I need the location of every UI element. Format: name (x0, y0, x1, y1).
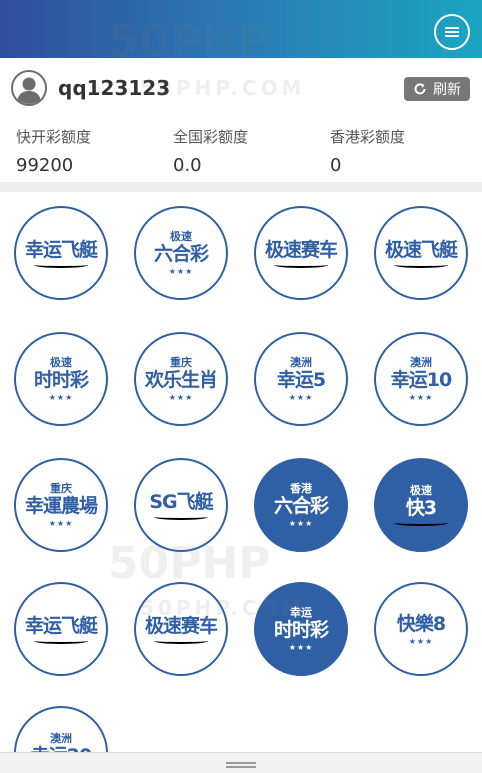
wave-decoration-icon (154, 638, 208, 644)
lottery-name: 快樂8 (396, 612, 446, 635)
lottery-name: 幸運農場 (24, 494, 98, 517)
lottery-name: 极速赛车 (264, 238, 338, 261)
lottery-item[interactable]: SG飞艇 (134, 458, 228, 552)
lottery-item[interactable]: 幸运 时时彩 ★★★ (254, 582, 348, 676)
lottery-name: 时时彩 (273, 618, 329, 641)
lottery-stars: ★★★ (288, 392, 314, 402)
lottery-item[interactable]: 极速飞艇 (374, 206, 468, 300)
lottery-name: SG飞艇 (149, 490, 213, 513)
lottery-sub-label: 澳洲 (290, 355, 312, 369)
quota-value: 0 (330, 155, 342, 176)
lottery-item[interactable]: 澳洲 幸运10 ★★★ (374, 332, 468, 426)
lottery-stars: ★★★ (408, 636, 434, 646)
lottery-item[interactable]: 极速赛车 (134, 582, 228, 676)
bottom-drawer-bar[interactable] (0, 752, 482, 773)
lottery-name: 幸运20 (31, 745, 92, 753)
lottery-name: 六合彩 (153, 242, 209, 265)
user-info-bar: qq123123 刷新 (0, 58, 482, 120)
lottery-name: 极速飞艇 (384, 238, 458, 261)
section-divider (0, 182, 482, 192)
wave-decoration-icon (34, 638, 88, 644)
lottery-name: 幸运飞艇 (24, 238, 98, 261)
lottery-sub-label: 极速 (50, 355, 72, 369)
lottery-item[interactable]: 香港 六合彩 ★★★ (254, 458, 348, 552)
refresh-label: 刷新 (433, 82, 461, 98)
lottery-item[interactable]: 澳洲 幸运5 ★★★ (254, 332, 348, 426)
lottery-item[interactable]: 幸运飞艇 (14, 206, 108, 300)
quota-national: 全国彩额度 0.0 (173, 126, 248, 176)
lottery-sub-label: 重庆 (50, 481, 72, 495)
wave-decoration-icon (394, 520, 448, 526)
lottery-stars: ★★★ (288, 642, 314, 652)
quota-panel: 快开彩额度 99200 全国彩额度 0.0 香港彩额度 0 (0, 120, 482, 182)
quota-label: 快开彩额度 (16, 128, 92, 146)
lottery-item[interactable]: 幸运飞艇 (14, 582, 108, 676)
lottery-sub-label: 澳洲 (50, 731, 72, 745)
lottery-name: 欢乐生肖 (144, 368, 218, 391)
drag-handle-icon[interactable] (226, 762, 256, 764)
lottery-stars: ★★★ (168, 266, 194, 276)
lottery-name: 六合彩 (273, 494, 329, 517)
hamburger-menu-icon (445, 27, 459, 37)
lottery-name: 幸运飞艇 (24, 614, 98, 637)
quota-label: 香港彩额度 (330, 128, 406, 146)
wave-decoration-icon (34, 262, 88, 268)
lottery-item[interactable]: 快樂8 ★★★ (374, 582, 468, 676)
lottery-item[interactable]: 极速 六合彩 ★★★ (134, 206, 228, 300)
lottery-item[interactable]: 重庆 欢乐生肖 ★★★ (134, 332, 228, 426)
refresh-icon (414, 83, 426, 95)
lottery-grid: 幸运飞艇 极速 六合彩 ★★★ 极速赛车 极速飞艇 极速 时时彩 ★★★ 重庆 欢乐生肖 ★★★ 澳洲幸… (0, 192, 482, 752)
lottery-stars: ★★★ (168, 392, 194, 402)
wave-decoration-icon (394, 262, 448, 268)
quota-label: 全国彩额度 (173, 128, 249, 146)
lottery-item[interactable]: 极速赛车 (254, 206, 348, 300)
lottery-item[interactable]: 澳洲幸运20 (14, 706, 108, 752)
top-header-bar (0, 0, 482, 58)
lottery-sub-label: 澳洲 (410, 355, 432, 369)
lottery-sub-label: 重庆 (170, 355, 192, 369)
lottery-sub-label: 极速 (410, 483, 432, 497)
username: qq123123 (58, 76, 171, 100)
lottery-name: 时时彩 (33, 368, 89, 391)
lottery-name: 极速赛车 (144, 614, 218, 637)
refresh-button[interactable]: 刷新 (404, 77, 470, 101)
lottery-name: 快3 (405, 496, 437, 519)
lottery-stars: ★★★ (48, 518, 74, 528)
wave-decoration-icon (154, 514, 208, 520)
quota-hongkong: 香港彩额度 0 (330, 126, 405, 176)
lottery-sub-label: 幸运 (290, 605, 312, 619)
lottery-sub-label: 香港 (290, 481, 312, 495)
quota-kuaikai: 快开彩额度 99200 (16, 126, 91, 176)
quota-value: 99200 (16, 155, 74, 176)
lottery-item[interactable]: 重庆 幸運農場 ★★★ (14, 458, 108, 552)
lottery-item[interactable]: 极速 时时彩 ★★★ (14, 332, 108, 426)
wave-decoration-icon (274, 262, 328, 268)
user-avatar-icon (11, 70, 47, 106)
lottery-name: 幸运5 (276, 368, 326, 391)
lottery-name: 幸运10 (390, 368, 452, 391)
lottery-item[interactable]: 极速 快3 (374, 458, 468, 552)
lottery-stars: ★★★ (48, 392, 74, 402)
menu-button[interactable] (434, 14, 470, 50)
lottery-sub-label: 极速 (170, 229, 192, 243)
lottery-stars: ★★★ (288, 518, 314, 528)
app-screen: qq123123 刷新 快开彩额度 99200 全国彩额度 0.0 香港彩额度 … (0, 0, 482, 773)
lottery-stars: ★★★ (408, 392, 434, 402)
quota-value: 0.0 (173, 155, 202, 176)
